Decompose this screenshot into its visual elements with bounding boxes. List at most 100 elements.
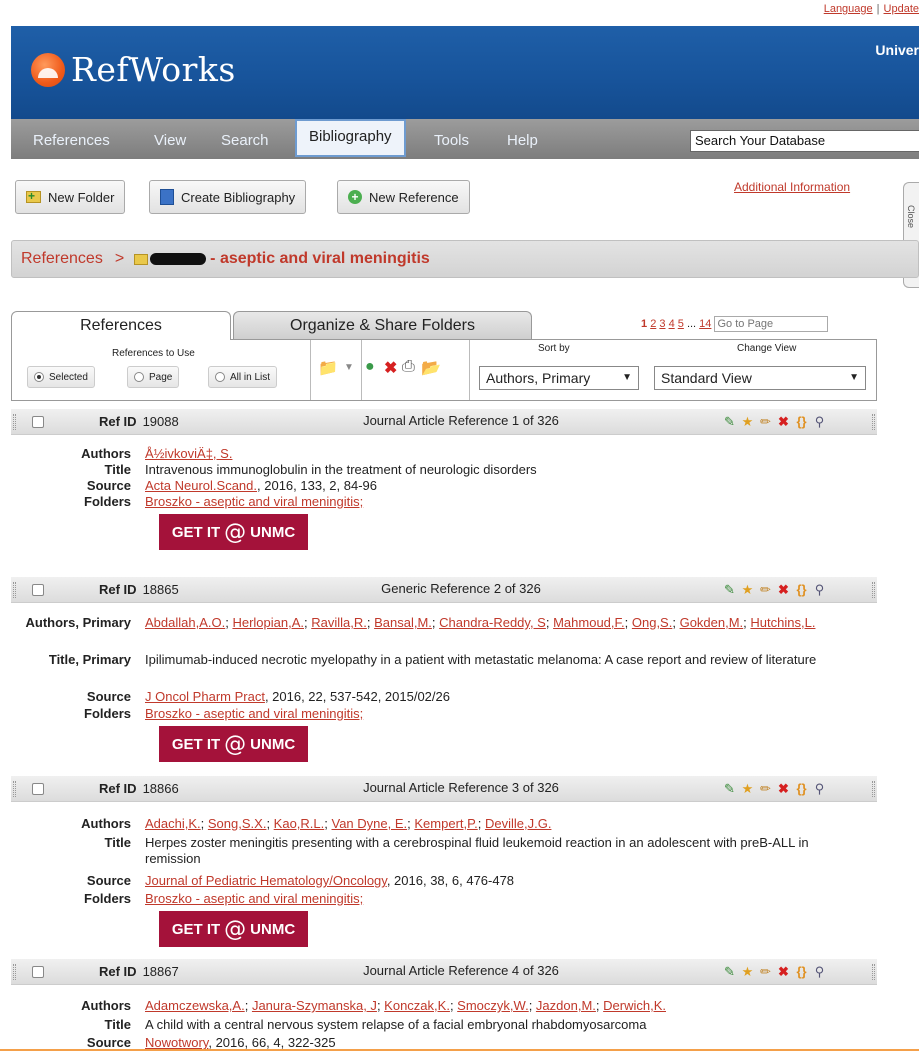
search-icon[interactable]: ⚲ [812,781,827,796]
search-icon[interactable]: ⚲ [812,964,827,979]
nav-tools[interactable]: Tools [434,132,469,149]
drag-handle-icon[interactable] [872,582,875,598]
search-icon[interactable]: ⚲ [812,582,827,597]
source-link[interactable]: Acta Neurol.Scand. [145,478,257,493]
edit-icon[interactable]: ✏ [758,781,773,796]
reference-checkbox[interactable] [32,584,44,596]
new-reference-button[interactable]: + New Reference [337,180,470,214]
delete-icon[interactable]: ✖ [776,582,791,597]
create-bibliography-button[interactable]: Create Bibliography [149,180,307,214]
edit-icon[interactable]: ✏ [758,582,773,597]
drag-handle-icon[interactable] [13,414,16,430]
edit-icon[interactable]: ✏ [758,964,773,979]
add-comment-icon[interactable]: ✎ [722,582,737,597]
go-to-page-input[interactable] [714,316,829,332]
author-link[interactable]: Herlopian,A. [232,615,304,630]
author-link[interactable]: Gokden,M. [680,615,744,630]
edit-icon[interactable]: ✏ [758,414,773,429]
all-in-list-radio[interactable]: All in List [208,366,278,388]
folder-link[interactable]: Broszko - aseptic and viral meningitis; [145,891,363,906]
author-link[interactable]: Kempert,P. [414,816,477,831]
change-view-select[interactable]: Standard View ▼ [654,366,866,390]
page-1[interactable]: 1 [641,318,647,330]
author-link[interactable]: Van Dyne, E. [332,816,408,831]
author-link[interactable]: Adachi,K. [145,816,201,831]
braces-icon[interactable]: {} [794,781,809,796]
add-comment-icon[interactable]: ✎ [722,414,737,429]
source-link[interactable]: J Oncol Pharm Pract [145,689,265,704]
add-comment-icon[interactable]: ✎ [722,781,737,796]
language-link[interactable]: Language [824,3,873,15]
author-link[interactable]: Ong,S. [632,615,672,630]
additional-information-link[interactable]: Additional Information [734,180,850,194]
author-link[interactable]: Mahmoud,F. [553,615,625,630]
page-4[interactable]: 4 [669,318,675,330]
author-link[interactable]: Ravilla,R. [311,615,367,630]
delete-icon[interactable]: ✖ [776,781,791,796]
folder-export-icon[interactable]: 📂 [421,358,441,378]
print-icon[interactable]: ⎙ [402,358,415,376]
page-3[interactable]: 3 [659,318,665,330]
search-icon[interactable]: ⚲ [812,414,827,429]
author-link[interactable]: Janura-Szymanska, J [252,998,377,1013]
update-link[interactable]: Update [884,3,919,15]
author-link[interactable]: Smoczyk,W. [457,998,529,1013]
star-icon[interactable]: ★ [740,781,755,796]
sort-by-select[interactable]: Authors, Primary ▼ [479,366,639,390]
author-link[interactable]: Abdallah,A.O. [145,615,225,630]
page-radio[interactable]: Page [127,366,180,388]
braces-icon[interactable]: {} [794,414,809,429]
nav-view[interactable]: View [154,132,186,149]
page-last[interactable]: 14 [699,318,711,330]
star-icon[interactable]: ★ [740,414,755,429]
author-link[interactable]: Deville,J.G. [485,816,551,831]
nav-bibliography[interactable]: Bibliography [295,119,406,157]
get-it-unmc-button[interactable]: GET IT @ UNMC [159,726,308,762]
braces-icon[interactable]: {} [794,964,809,979]
author-link[interactable]: Kao,R.L. [274,816,325,831]
source-link[interactable]: Nowotwory [145,1035,208,1049]
author-link[interactable]: Adamczewska,A. [145,998,245,1013]
author-link[interactable]: Song,S.X. [208,816,267,831]
nav-help[interactable]: Help [507,132,538,149]
tab-organize-share-folders[interactable]: Organize & Share Folders [233,311,532,339]
delete-icon[interactable]: ✖ [776,964,791,979]
drag-handle-icon[interactable] [13,582,16,598]
author-link[interactable]: Å½ivkoviÄ‡, S. [145,446,232,461]
database-search-input[interactable]: Search Your Database [690,130,919,152]
tab-references[interactable]: References [11,311,231,340]
source-link[interactable]: Journal of Pediatric Hematology/Oncology [145,873,387,888]
author-link[interactable]: Chandra-Reddy, S [439,615,546,630]
drag-handle-icon[interactable] [872,781,875,797]
reference-checkbox[interactable] [32,416,44,428]
get-it-unmc-button[interactable]: GET IT @ UNMC [159,514,308,550]
braces-icon[interactable]: {} [794,582,809,597]
refworks-logo[interactable]: RefWorks [31,50,236,89]
author-link[interactable]: Hutchins,L. [750,615,815,630]
add-comment-icon[interactable]: ✎ [722,964,737,979]
author-link[interactable]: Konczak,K. [384,998,450,1013]
nav-references[interactable]: References [33,132,110,149]
folder-link[interactable]: Broszko - aseptic and viral meningitis; [145,494,363,509]
add-to-folder-icon[interactable]: 📁 [318,358,338,378]
drag-handle-icon[interactable] [872,964,875,980]
get-it-unmc-button[interactable]: GET IT @ UNMC [159,911,308,947]
reference-checkbox[interactable] [32,966,44,978]
new-folder-button[interactable]: New Folder [15,180,126,214]
reference-checkbox[interactable] [32,783,44,795]
globe-icon[interactable]: ● [365,358,375,376]
star-icon[interactable]: ★ [740,964,755,979]
star-icon[interactable]: ★ [740,582,755,597]
selected-radio[interactable]: Selected [27,366,95,388]
drag-handle-icon[interactable] [13,964,16,980]
dropdown-arrow-icon[interactable]: ▼ [344,362,354,373]
delete-icon[interactable]: ✖ [384,358,397,378]
page-2[interactable]: 2 [650,318,656,330]
drag-handle-icon[interactable] [13,781,16,797]
drag-handle-icon[interactable] [872,414,875,430]
author-link[interactable]: Derwich,K. [603,998,666,1013]
delete-icon[interactable]: ✖ [776,414,791,429]
page-5[interactable]: 5 [678,318,684,330]
author-link[interactable]: Jazdon,M. [536,998,596,1013]
folder-link[interactable]: Broszko - aseptic and viral meningitis; [145,706,363,721]
